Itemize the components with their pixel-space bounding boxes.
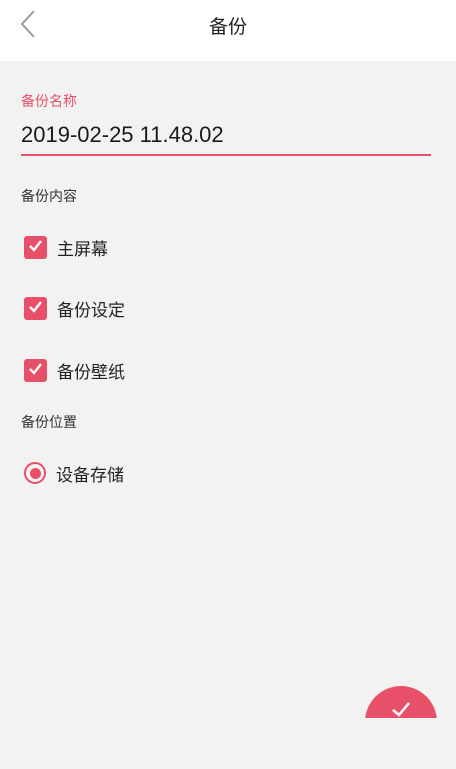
page-title: 备份	[208, 16, 247, 38]
backup-wallpaper-checkbox[interactable]	[24, 358, 47, 382]
backup-settings-label: 备份设定	[57, 300, 125, 321]
backup-content-label: 备份内容	[21, 189, 77, 205]
home-screen-checkbox[interactable]	[24, 235, 47, 259]
checkbox-row-backup-wallpaper[interactable]: 备份壁纸	[24, 356, 125, 384]
backup-name-label: 备份名称	[21, 94, 77, 110]
checkbox-row-home-screen[interactable]: 主屏幕	[24, 233, 108, 261]
fab-container	[356, 676, 446, 718]
backup-location-label: 备份位置	[21, 415, 77, 431]
device-storage-radio[interactable]	[24, 462, 46, 484]
checkmark-icon	[390, 700, 412, 718]
device-storage-label: 设备存储	[56, 465, 124, 486]
radio-row-device-storage[interactable]: 设备存储	[24, 459, 124, 487]
backup-name-input[interactable]	[21, 116, 431, 156]
home-screen-label: 主屏幕	[57, 239, 108, 260]
confirm-fab-button[interactable]	[365, 686, 437, 718]
radio-selected-dot	[29, 467, 41, 479]
checkmark-icon	[27, 237, 44, 258]
backup-settings-checkbox[interactable]	[24, 296, 47, 320]
top-bar: 备份	[0, 0, 456, 61]
backup-form: 备份名称 备份内容 主屏幕 备份设定	[0, 61, 456, 769]
backup-wallpaper-label: 备份壁纸	[57, 362, 125, 383]
checkmark-icon	[27, 298, 44, 319]
checkbox-row-backup-settings[interactable]: 备份设定	[24, 294, 125, 322]
checkmark-icon	[27, 360, 44, 381]
